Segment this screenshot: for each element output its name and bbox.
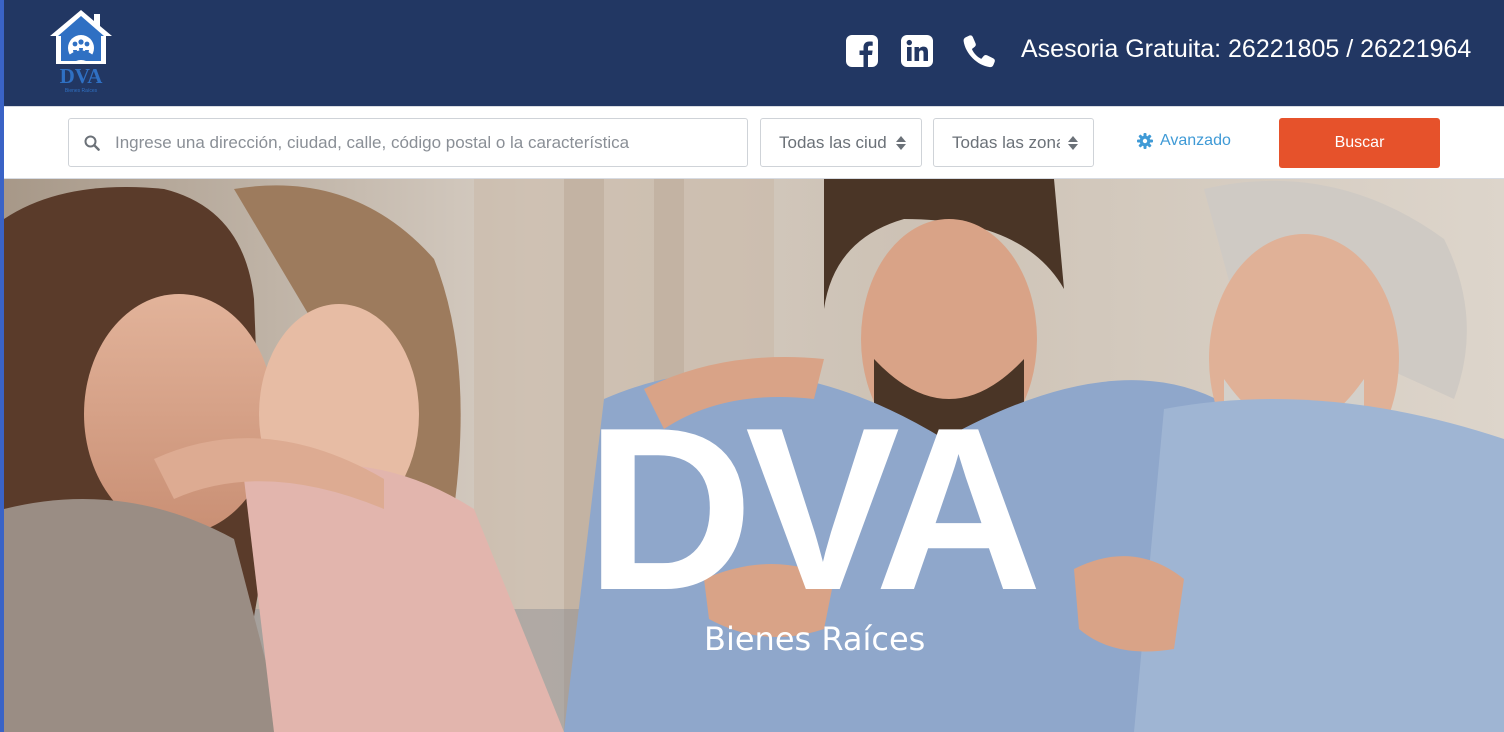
facebook-link[interactable] <box>844 32 880 70</box>
site-logo[interactable]: DVA Bienes Raíces <box>48 8 114 96</box>
hero-tagline: Bienes Raíces <box>704 620 926 658</box>
search-bar: Todas las ciudades Todas las zonas <box>4 106 1504 179</box>
phone-link[interactable] <box>959 32 999 70</box>
phone-icon <box>963 35 995 68</box>
search-icon <box>84 135 100 151</box>
gear-icon <box>1137 133 1153 149</box>
search-field[interactable] <box>68 118 748 167</box>
window-edge <box>0 0 4 732</box>
hero-brand-text: DVA <box>585 380 1043 639</box>
linkedin-link[interactable] <box>899 32 935 70</box>
page: DVA Bienes Raíces Asesoria Gratuita: 262 <box>0 0 1504 732</box>
zone-select[interactable]: Todas las zonas <box>933 118 1094 167</box>
search-button[interactable]: Buscar <box>1279 118 1440 168</box>
hero-banner: DVA Bienes Raíces <box>4 179 1504 732</box>
sort-arrows-icon <box>896 136 906 150</box>
house-logo-icon: DVA Bienes Raíces <box>50 10 112 94</box>
city-select-value: Todas las ciudades <box>779 133 887 152</box>
linkedin-icon <box>901 35 933 67</box>
contact-phone-text: Asesoria Gratuita: 26221805 / 26221964 <box>1021 35 1472 63</box>
advanced-search-label: Avanzado <box>1160 132 1231 149</box>
city-select[interactable]: Todas las ciudades <box>760 118 922 167</box>
svg-text:DVA: DVA <box>60 64 104 88</box>
search-input[interactable] <box>115 119 735 166</box>
facebook-icon <box>846 35 878 67</box>
sort-arrows-icon <box>1068 136 1078 150</box>
top-header: DVA Bienes Raíces Asesoria Gratuita: 262 <box>4 0 1504 106</box>
zone-select-value: Todas las zonas <box>952 133 1060 152</box>
svg-text:Bienes Raíces: Bienes Raíces <box>65 88 98 94</box>
advanced-search-link[interactable]: Avanzado <box>1137 130 1231 152</box>
